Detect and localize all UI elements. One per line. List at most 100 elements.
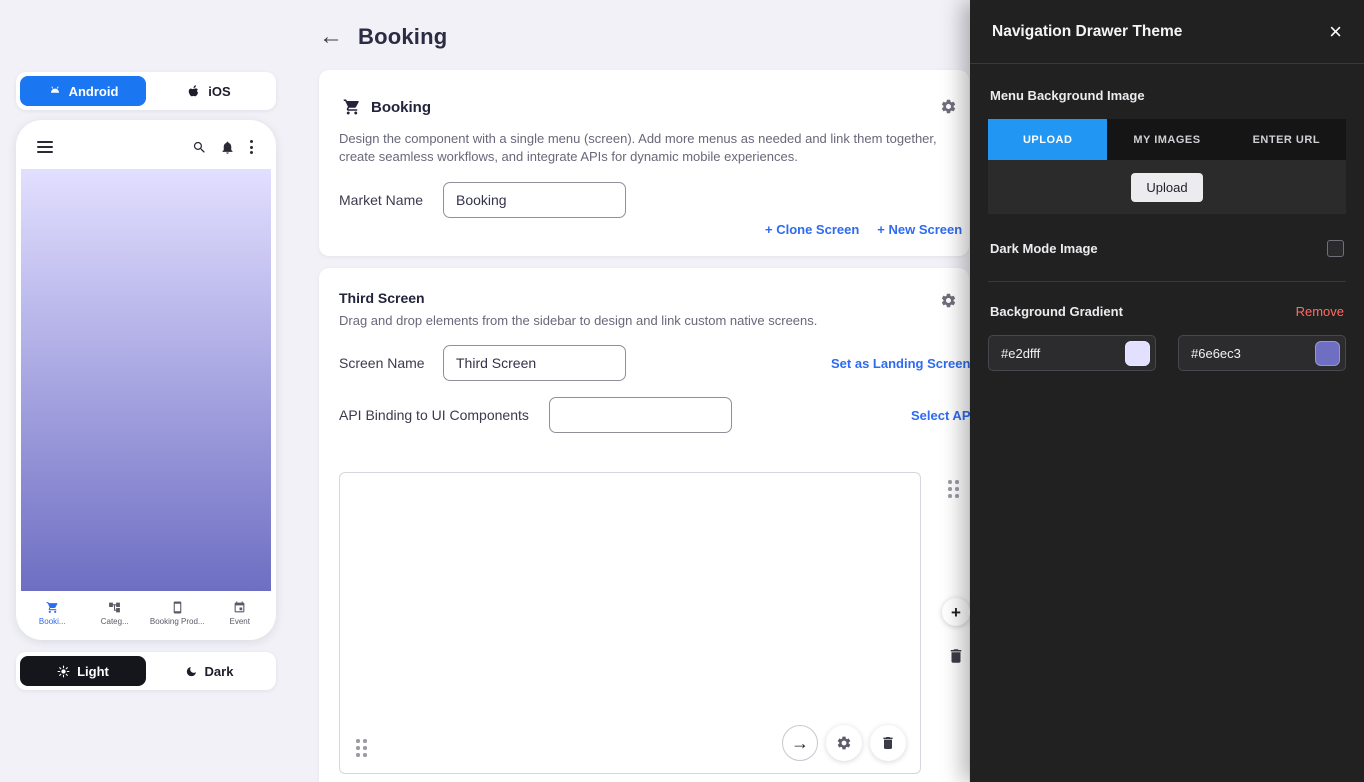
select-api-link[interactable]: Select API <box>911 408 974 423</box>
phone-appbar <box>21 125 271 169</box>
api-binding-input[interactable] <box>549 397 732 433</box>
nav-item-category[interactable]: Categ... <box>84 601 147 626</box>
market-name-label: Market Name <box>339 192 423 208</box>
navigate-button[interactable]: → <box>782 725 818 761</box>
moon-icon <box>185 665 198 678</box>
remove-gradient-link[interactable]: Remove <box>1296 304 1344 319</box>
page-header: ← Booking <box>319 24 447 50</box>
sun-icon <box>57 665 70 678</box>
dark-mode-image-checkbox[interactable] <box>1327 240 1344 257</box>
kebab-menu-icon[interactable] <box>248 139 255 155</box>
screen-name-input[interactable] <box>443 345 626 381</box>
category-icon <box>108 601 121 614</box>
background-gradient-label: Background Gradient <box>990 304 1123 319</box>
clone-screen-link[interactable]: + Clone Screen <box>765 222 859 237</box>
panel-title: Navigation Drawer Theme <box>992 23 1182 41</box>
dark-mode-image-row: Dark Mode Image <box>988 240 1346 282</box>
android-toggle-button[interactable]: Android <box>20 76 146 106</box>
gradient-color-input-1[interactable]: #e2dfff <box>988 335 1156 371</box>
booking-card-settings-button[interactable] <box>940 98 957 115</box>
set-landing-screen-link[interactable]: Set as Landing Screen <box>831 356 970 371</box>
image-source-tabs: UPLOAD MY IMAGES ENTER URL <box>988 119 1346 160</box>
dark-mode-button-label: Dark <box>205 664 234 679</box>
gradient-color-value-2: #6e6ec3 <box>1191 346 1241 361</box>
api-binding-label: API Binding to UI Components <box>339 407 529 423</box>
back-button[interactable]: ← <box>319 25 343 49</box>
nav-item-label: Categ... <box>101 617 129 626</box>
light-mode-button[interactable]: Light <box>20 656 146 686</box>
phone-screen-frame: Booki... Categ... Booking Prod... Event <box>21 125 271 635</box>
booking-card-description: Design the component with a single menu … <box>339 130 955 166</box>
ios-toggle-label: iOS <box>208 84 230 99</box>
gradient-color-inputs: #e2dfff #6e6ec3 <box>988 335 1346 371</box>
menu-background-label: Menu Background Image <box>990 88 1346 103</box>
arrow-right-icon: → <box>791 734 809 752</box>
panel-body: Menu Background Image UPLOAD MY IMAGES E… <box>970 64 1364 371</box>
dark-mode-image-label: Dark Mode Image <box>990 241 1098 256</box>
trash-icon <box>947 647 965 665</box>
market-name-input[interactable] <box>443 182 626 218</box>
drag-handle-icon[interactable] <box>356 739 367 757</box>
booking-card-header: Booking <box>343 98 431 116</box>
canvas-actions: → <box>782 725 906 761</box>
theme-toggle: Light Dark <box>16 652 276 690</box>
tab-my-images[interactable]: MY IMAGES <box>1107 119 1226 160</box>
screen-name-label: Screen Name <box>339 355 425 371</box>
calendar-icon <box>233 601 246 614</box>
add-section-button[interactable]: + <box>942 598 970 626</box>
delete-section-button[interactable] <box>947 647 965 665</box>
gradient-color-input-2[interactable]: #6e6ec3 <box>1178 335 1346 371</box>
nav-item-booking-product[interactable]: Booking Prod... <box>146 601 209 626</box>
screen-card-description: Drag and drop elements from the sidebar … <box>339 312 955 330</box>
nav-item-event[interactable]: Event <box>209 601 272 626</box>
navigation-drawer-theme-panel: Navigation Drawer Theme × Menu Backgroun… <box>970 0 1364 782</box>
nav-item-label: Booki... <box>39 617 66 626</box>
app-builder-screen: Android iOS Booki... <box>0 0 1364 782</box>
search-icon[interactable] <box>192 140 207 155</box>
close-icon[interactable]: × <box>1329 21 1342 43</box>
new-screen-link[interactable]: + New Screen <box>877 222 962 237</box>
phone-preview: Booki... Categ... Booking Prod... Event <box>16 120 276 640</box>
gradient-swatch-2[interactable] <box>1315 341 1340 366</box>
canvas-delete-button[interactable] <box>870 725 906 761</box>
booking-card-title: Booking <box>371 99 431 116</box>
upload-button[interactable]: Upload <box>1131 173 1202 202</box>
gear-icon <box>836 735 852 751</box>
trash-icon <box>880 735 896 751</box>
apple-icon <box>187 84 201 98</box>
upload-area: Upload <box>988 160 1346 214</box>
ios-toggle-button[interactable]: iOS <box>146 76 272 106</box>
background-gradient-row: Background Gradient Remove <box>988 304 1346 319</box>
platform-toggle: Android iOS <box>16 72 276 110</box>
screen-canvas[interactable]: → <box>339 472 921 774</box>
appbar-actions <box>192 139 255 155</box>
dark-mode-button[interactable]: Dark <box>146 656 272 686</box>
tab-enter-url[interactable]: ENTER URL <box>1227 119 1346 160</box>
gear-icon <box>940 98 957 115</box>
page-title: Booking <box>358 24 447 50</box>
third-screen-card: Third Screen Drag and drop elements from… <box>319 268 969 782</box>
canvas-settings-button[interactable] <box>826 725 862 761</box>
cart-icon <box>46 601 59 614</box>
screen-action-links: + Clone Screen + New Screen <box>765 222 962 237</box>
booking-component-card: Booking Design the component with a sing… <box>319 70 969 256</box>
android-toggle-label: Android <box>69 84 119 99</box>
section-drag-handle-icon[interactable] <box>948 480 959 498</box>
tab-upload[interactable]: UPLOAD <box>988 119 1107 160</box>
light-mode-label: Light <box>77 664 109 679</box>
cart-icon <box>343 98 361 116</box>
phone-bottom-nav: Booki... Categ... Booking Prod... Event <box>21 591 271 635</box>
gear-icon <box>940 292 957 309</box>
bell-icon[interactable] <box>220 140 235 155</box>
screen-card-title: Third Screen <box>339 290 425 306</box>
smartphone-icon <box>171 601 184 614</box>
gradient-color-value-1: #e2dfff <box>1001 346 1040 361</box>
nav-item-booking[interactable]: Booki... <box>21 601 84 626</box>
screen-card-settings-button[interactable] <box>940 292 957 309</box>
panel-header: Navigation Drawer Theme × <box>970 0 1364 64</box>
nav-item-label: Booking Prod... <box>150 617 205 626</box>
hamburger-menu-icon[interactable] <box>37 141 53 153</box>
phone-screen[interactable] <box>21 169 271 591</box>
gradient-swatch-1[interactable] <box>1125 341 1150 366</box>
android-icon <box>48 84 62 98</box>
